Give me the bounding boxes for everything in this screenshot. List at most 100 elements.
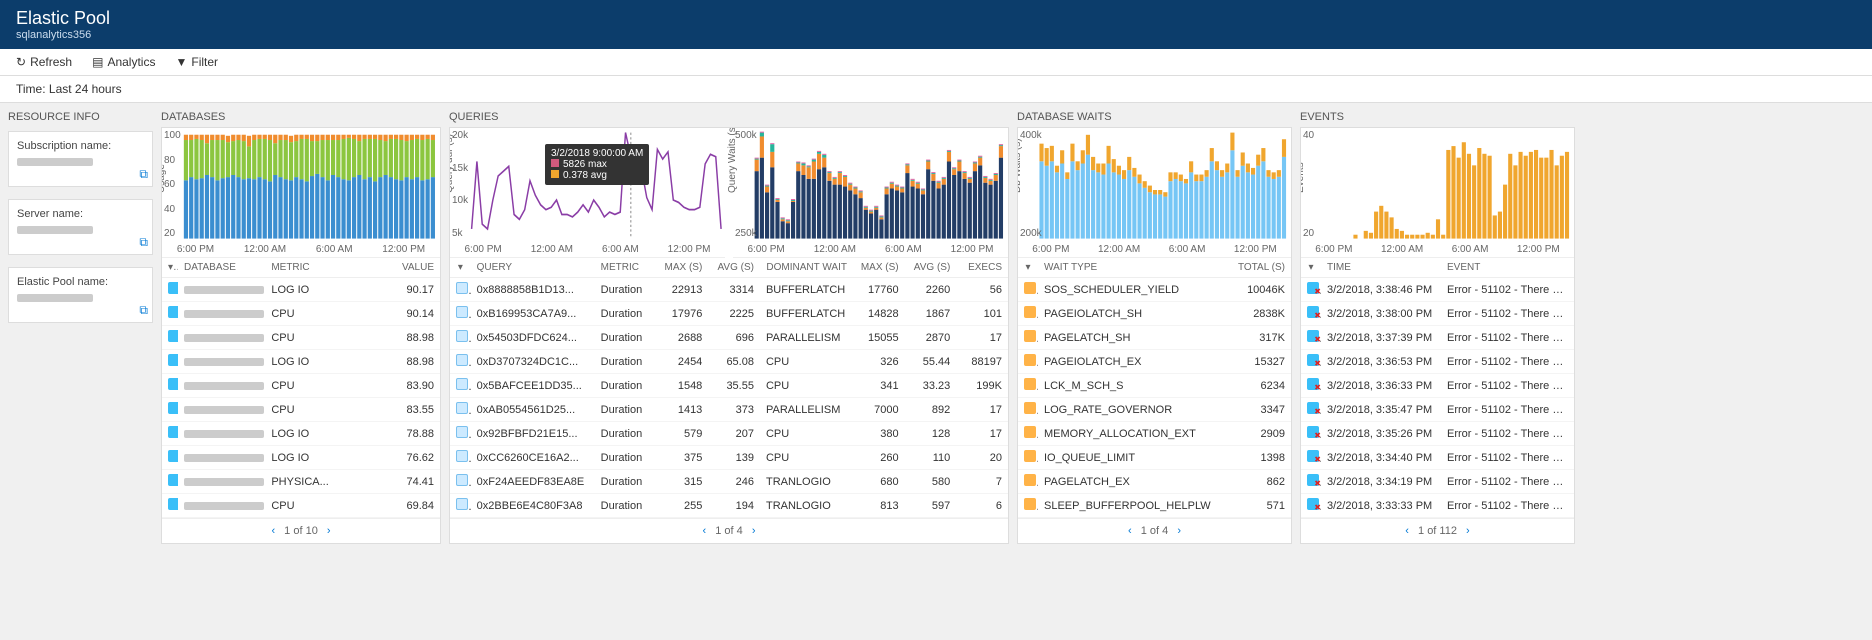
table-row[interactable]: 3/2/2018, 3:33:33 PMError - 51102 - Ther… (1301, 494, 1574, 518)
table-row[interactable]: 0xAB0554561D25...Duration1413373PARALLEL… (450, 398, 1008, 422)
table-row[interactable]: 0x5BAFCEE1DD35...Duration154835.55CPU341… (450, 374, 1008, 398)
y-tick: 10k (452, 195, 468, 206)
pager-next[interactable]: › (1460, 525, 1476, 537)
column-header[interactable]: AVG (S) (708, 258, 760, 278)
table-row[interactable]: PAGELATCH_SH317K (1018, 326, 1291, 350)
column-header[interactable]: TIME (1321, 258, 1441, 278)
table-row[interactable]: 0x8888858B1D13...Duration229133314BUFFER… (450, 278, 1008, 302)
refresh-button[interactable]: ↻ Refresh (16, 55, 72, 69)
column-header[interactable]: MAX (S) (853, 258, 905, 278)
pager-prev[interactable]: ‹ (697, 525, 713, 537)
open-icon[interactable]: ⧉ (139, 235, 148, 250)
waits-chart[interactable]: Db Waits (s) 400k200k 6:00 PM12:00 AM6:0… (1018, 128, 1291, 258)
table-row[interactable]: PHYSICA...74.41 (162, 470, 440, 494)
table-row[interactable]: 0xB169953CA7A9...Duration179762225BUFFER… (450, 302, 1008, 326)
wait-icon (1024, 306, 1036, 318)
open-icon[interactable]: ⧉ (139, 167, 148, 182)
pager-text: 1 of 4 (715, 525, 743, 537)
table-row[interactable]: 0x92BFBFD21E15...Duration579207CPU380128… (450, 422, 1008, 446)
table-row[interactable]: 3/2/2018, 3:37:39 PMError - 51102 - Ther… (1301, 326, 1574, 350)
pager-text: 1 of 112 (1418, 525, 1457, 537)
column-header[interactable]: METRIC (265, 258, 352, 278)
column-header[interactable]: DATABASE (178, 258, 265, 278)
pager-prev[interactable]: ‹ (265, 525, 281, 537)
table-row[interactable]: 3/2/2018, 3:36:33 PMError - 51102 - Ther… (1301, 374, 1574, 398)
table-row[interactable]: 3/2/2018, 3:38:00 PMError - 51102 - Ther… (1301, 302, 1574, 326)
query-duration-chart[interactable]: Query dur (s) 20k15k10k5k 6:00 PM12:00 A… (450, 128, 725, 258)
table-row[interactable]: CPU90.14 (162, 302, 440, 326)
query-icon (456, 330, 468, 342)
y-tick: 250k (735, 228, 757, 239)
x-tick: 6:00 PM (1315, 244, 1352, 255)
table-row[interactable]: PAGEIOLATCH_SH2838K (1018, 302, 1291, 326)
column-filter-icon[interactable] (162, 258, 178, 278)
x-tick: 6:00 PM (747, 244, 784, 255)
table-row[interactable]: 0xF24AEEDF83EA8EDuration315246TRANLOGIO6… (450, 470, 1008, 494)
databases-chart[interactable]: Usage 10080604020 6:00 PM12:00 AM6:00 AM… (162, 128, 440, 258)
pager-prev[interactable]: ‹ (1399, 525, 1415, 537)
resource-info-heading: RESOURCE INFO (8, 111, 153, 123)
query-waits-chart[interactable]: Query Waits (s) 500k250k 6:00 PM12:00 AM… (733, 128, 1008, 258)
column-header[interactable]: EVENT (1441, 258, 1574, 278)
events-chart[interactable]: Events 4020 6:00 PM12:00 AM6:00 AM12:00 … (1301, 128, 1574, 258)
column-header[interactable]: METRIC (595, 258, 657, 278)
table-row[interactable]: PAGELATCH_EX862 (1018, 470, 1291, 494)
pager-prev[interactable]: ‹ (1122, 525, 1138, 537)
pager-next[interactable]: › (1171, 525, 1187, 537)
y-tick: 20k (452, 130, 468, 141)
pager-next[interactable]: › (321, 525, 337, 537)
analytics-button[interactable]: ▤ Analytics (92, 55, 155, 69)
column-filter-icon[interactable] (450, 258, 471, 278)
table-row[interactable]: LOG_RATE_GOVERNOR3347 (1018, 398, 1291, 422)
pager-next[interactable]: › (746, 525, 762, 537)
column-header[interactable]: EXECS (956, 258, 1008, 278)
y-tick: 40 (1303, 130, 1314, 141)
column-header[interactable]: QUERY (471, 258, 595, 278)
databases-pager: ‹ 1 of 10 › (162, 518, 440, 543)
resource-tile[interactable]: Elastic Pool name: ⧉ (8, 267, 153, 323)
table-row[interactable]: SLEEP_BUFFERPOOL_HELPLW571 (1018, 494, 1291, 518)
tooltip-avg: 0.378 avg (563, 170, 607, 181)
db-name-placeholder (184, 478, 264, 486)
table-row[interactable]: SOS_SCHEDULER_YIELD10046K (1018, 278, 1291, 302)
table-row[interactable]: MEMORY_ALLOCATION_EXT2909 (1018, 422, 1291, 446)
table-row[interactable]: CPU83.90 (162, 374, 440, 398)
resource-tile[interactable]: Server name: ⧉ (8, 199, 153, 255)
column-header[interactable]: VALUE (353, 258, 440, 278)
filter-button[interactable]: ▼ Filter (175, 55, 218, 69)
column-header[interactable]: TOTAL (S) (1231, 258, 1291, 278)
table-row[interactable]: CPU88.98 (162, 326, 440, 350)
table-row[interactable]: CPU69.84 (162, 494, 440, 518)
table-row[interactable]: LOG IO88.98 (162, 350, 440, 374)
table-row[interactable]: 3/2/2018, 3:35:26 PMError - 51102 - Ther… (1301, 422, 1574, 446)
column-filter-icon[interactable] (1301, 258, 1321, 278)
resource-tile[interactable]: Subscription name: ⧉ (8, 131, 153, 187)
database-icon (168, 282, 178, 294)
table-row[interactable]: LCK_M_SCH_S6234 (1018, 374, 1291, 398)
table-row[interactable]: 3/2/2018, 3:34:19 PMError - 51102 - Ther… (1301, 470, 1574, 494)
column-header[interactable]: MAX (S) (657, 258, 709, 278)
waits-heading: DATABASE WAITS (1017, 111, 1292, 123)
time-range[interactable]: Time: Last 24 hours (0, 76, 1872, 103)
table-row[interactable]: 0x2BBE6E4C80F3A8Duration255194TRANLOGIO8… (450, 494, 1008, 518)
table-row[interactable]: 0xD3707324DC1C...Duration245465.08CPU326… (450, 350, 1008, 374)
table-row[interactable]: CPU83.55 (162, 398, 440, 422)
table-row[interactable]: 3/2/2018, 3:35:47 PMError - 51102 - Ther… (1301, 398, 1574, 422)
table-row[interactable]: IO_QUEUE_LIMIT1398 (1018, 446, 1291, 470)
open-icon[interactable]: ⧉ (139, 303, 148, 318)
table-row[interactable]: PAGEIOLATCH_EX15327 (1018, 350, 1291, 374)
column-header[interactable]: DOMINANT WAIT (760, 258, 853, 278)
table-row[interactable]: 3/2/2018, 3:38:46 PMError - 51102 - Ther… (1301, 278, 1574, 302)
table-row[interactable]: LOG IO90.17 (162, 278, 440, 302)
chart-tooltip: 3/2/2018 9:00:00 AM 5826 max 0.378 avg (545, 144, 649, 185)
column-filter-icon[interactable] (1018, 258, 1038, 278)
table-row[interactable]: 3/2/2018, 3:36:53 PMError - 51102 - Ther… (1301, 350, 1574, 374)
table-row[interactable]: 0x54503DFDC624...Duration2688696PARALLEL… (450, 326, 1008, 350)
databases-column: DATABASES Usage 10080604020 6:00 PM12:00… (161, 111, 441, 544)
column-header[interactable]: AVG (S) (905, 258, 957, 278)
table-row[interactable]: 3/2/2018, 3:34:40 PMError - 51102 - Ther… (1301, 446, 1574, 470)
column-header[interactable]: WAIT TYPE (1038, 258, 1231, 278)
table-row[interactable]: LOG IO76.62 (162, 446, 440, 470)
table-row[interactable]: LOG IO78.88 (162, 422, 440, 446)
table-row[interactable]: 0xCC6260CE16A2...Duration375139CPU260110… (450, 446, 1008, 470)
